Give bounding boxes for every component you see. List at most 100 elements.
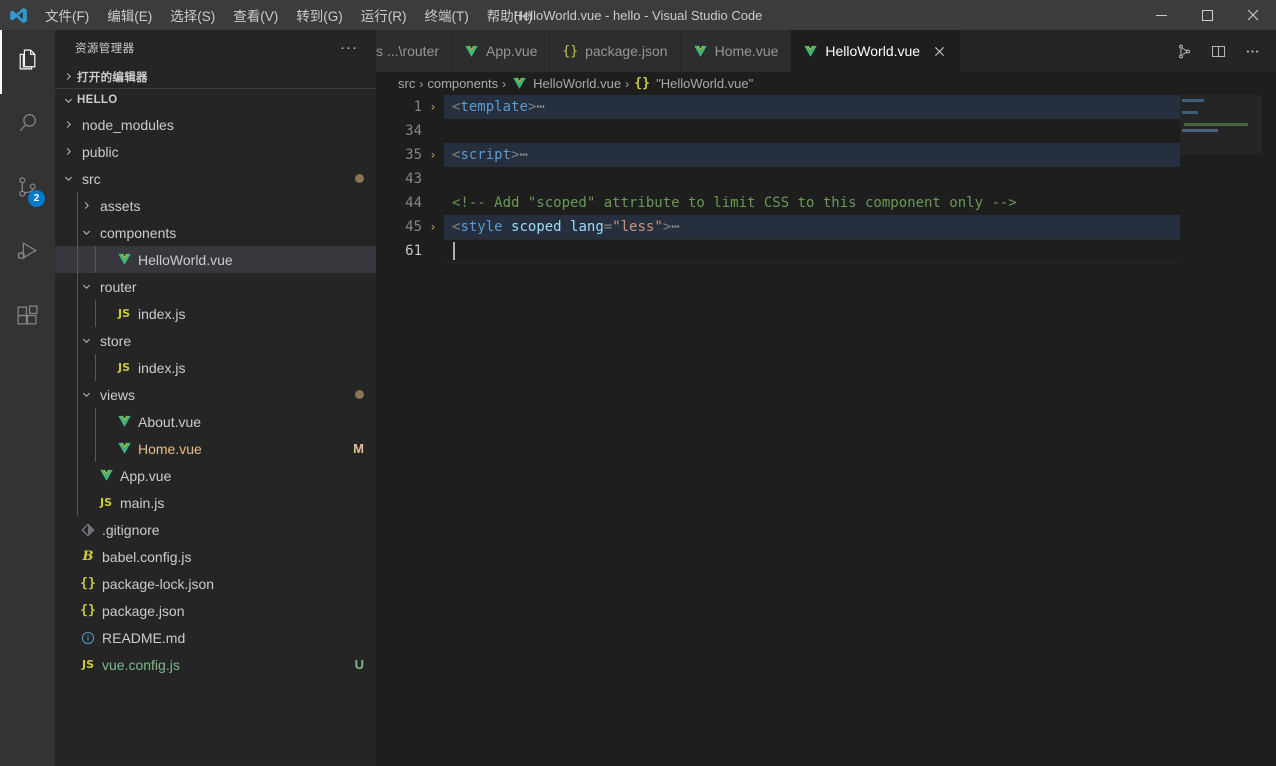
menu-go[interactable]: 转到(G): [287, 0, 352, 30]
js-file-icon: JS: [117, 361, 130, 374]
code-line[interactable]: 44 <!-- Add "scoped" attribute to limit C…: [376, 191, 1276, 215]
fold-chevron-icon[interactable]: ›: [422, 215, 444, 239]
activity-item-explorer[interactable]: [0, 30, 55, 94]
menu-view[interactable]: 查看(V): [224, 0, 287, 30]
breadcrumb-item[interactable]: HelloWorld.vue: [510, 76, 621, 91]
indent-guide: [77, 246, 78, 273]
minimize-icon[interactable]: [1138, 0, 1184, 30]
tree-file-row[interactable]: {} package-lock.json: [55, 570, 376, 597]
code-text: <template>⋯: [444, 95, 545, 119]
editor-tab[interactable]: {} package.json: [550, 30, 681, 72]
tree-item-label: index.js: [138, 305, 186, 322]
tree-folder-row[interactable]: node_modules: [55, 111, 376, 138]
tree-file-row[interactable]: About.vue: [55, 408, 376, 435]
tree-item-label: router: [100, 278, 137, 295]
menu-selection[interactable]: 选择(S): [161, 0, 224, 30]
editor-tab-bar: s ...\router App.vue {} package.json Home.vu…: [376, 30, 1276, 72]
git-status-badge: M: [353, 441, 364, 456]
fold-chevron-icon[interactable]: ›: [422, 95, 444, 119]
code-line[interactable]: 1 › <template>⋯: [376, 95, 1276, 119]
tree-folder-row[interactable]: src: [55, 165, 376, 192]
menu-help[interactable]: 帮助(H): [478, 0, 542, 30]
tab-label: Home.vue: [714, 43, 779, 59]
code-line[interactable]: 45 › <style scoped lang="less">⋯: [376, 215, 1276, 239]
folded-region-highlight: [444, 143, 1276, 167]
menu-edit[interactable]: 编辑(E): [98, 0, 161, 30]
fold-chevron-icon[interactable]: ›: [422, 143, 444, 167]
tree-folder-row[interactable]: router: [55, 273, 376, 300]
tree-folder-row[interactable]: public: [55, 138, 376, 165]
editor-layout-icon[interactable]: [1202, 34, 1234, 68]
activity-item-search[interactable]: [0, 94, 55, 158]
chevron-right-icon[interactable]: [78, 200, 95, 211]
tree-item-label: src: [82, 170, 101, 187]
tree-item-label: About.vue: [138, 413, 202, 430]
section-open-editors[interactable]: 打开的编辑器: [55, 65, 376, 88]
code-line[interactable]: 61: [376, 239, 1276, 263]
chevron-right-icon[interactable]: [60, 119, 77, 130]
indent-guide: [77, 354, 78, 381]
tree-file-row[interactable]: JS index.js: [55, 300, 376, 327]
workbench: 2 资源管理器 ··· 打开的编辑器 HELLO node_modules pu…: [0, 30, 1276, 766]
menu-run[interactable]: 运行(R): [352, 0, 416, 30]
chevron-down-icon[interactable]: [78, 335, 95, 346]
code-token: ⋯: [671, 219, 680, 235]
chevron-down-icon[interactable]: [78, 389, 95, 400]
minimap[interactable]: [1180, 95, 1262, 766]
code-editor[interactable]: 1 › <template>⋯ 34 35 › <script>⋯ 43 44 <!-- Add …: [376, 95, 1276, 766]
breadcrumb-item[interactable]: {} "HelloWorld.vue": [633, 76, 753, 91]
menu-terminal[interactable]: 终端(T): [416, 0, 478, 30]
split-editor-icon[interactable]: [1168, 34, 1200, 68]
tree-file-row[interactable]: Bbabel.config.js: [55, 543, 376, 570]
section-project-root[interactable]: HELLO: [55, 88, 376, 111]
code-line[interactable]: 43: [376, 167, 1276, 191]
editor-tab[interactable]: s ...\router: [376, 30, 453, 72]
tree-file-row[interactable]: JS vue.config.js U: [55, 651, 376, 678]
tree-file-row[interactable]: JS main.js: [55, 489, 376, 516]
maximize-icon[interactable]: [1184, 0, 1230, 30]
code-line[interactable]: 34: [376, 119, 1276, 143]
editor-tab[interactable]: Home.vue: [680, 30, 792, 72]
tree-file-row[interactable]: App.vue: [55, 462, 376, 489]
tree-folder-row[interactable]: assets: [55, 192, 376, 219]
explorer-more-actions-icon[interactable]: ···: [332, 40, 366, 55]
breadcrumb-item[interactable]: components: [427, 76, 498, 91]
more-actions-icon[interactable]: [1236, 34, 1268, 68]
run-debug-icon: [15, 239, 40, 269]
editor-tab[interactable]: HelloWorld.vue: [791, 30, 962, 72]
json-symbol-icon: {}: [634, 76, 650, 91]
code-token: ⋯: [536, 99, 545, 115]
modified-dot-indicator: [355, 174, 364, 183]
close-icon[interactable]: [1230, 0, 1276, 30]
chevron-down-icon[interactable]: [78, 227, 95, 238]
activity-item-source-control[interactable]: 2: [0, 158, 55, 222]
activity-item-extensions[interactable]: [0, 286, 55, 350]
tree-folder-row[interactable]: components: [55, 219, 376, 246]
tree-file-row[interactable]: HelloWorld.vue: [55, 246, 376, 273]
menu-file[interactable]: 文件(F): [36, 0, 98, 30]
tree-folder-row[interactable]: store: [55, 327, 376, 354]
editor-tab[interactable]: App.vue: [452, 30, 551, 72]
tree-folder-row[interactable]: views: [55, 381, 376, 408]
indent-guide: [77, 489, 78, 516]
activity-item-run-debug[interactable]: [0, 222, 55, 286]
tree-file-row[interactable]: JS index.js: [55, 354, 376, 381]
git-file-icon: [77, 523, 99, 537]
tree-file-row[interactable]: .gitignore: [55, 516, 376, 543]
chevron-down-icon[interactable]: [78, 281, 95, 292]
breadcrumb-item[interactable]: src: [398, 76, 415, 91]
js-file-icon: JS: [99, 496, 112, 509]
editor-scrollbar[interactable]: [1262, 95, 1276, 766]
tree-file-row[interactable]: README.md: [55, 624, 376, 651]
tree-item-label: index.js: [138, 359, 186, 376]
code-line[interactable]: 35 › <script>⋯: [376, 143, 1276, 167]
line-number: 43: [405, 171, 422, 187]
tree-file-row[interactable]: {} package.json: [55, 597, 376, 624]
js-file-icon: JS: [81, 658, 94, 671]
close-icon[interactable]: [930, 42, 948, 60]
code-content[interactable]: 1 › <template>⋯ 34 35 › <script>⋯ 43 44 <!-- Add …: [376, 95, 1276, 766]
tree-file-row[interactable]: Home.vue M: [55, 435, 376, 462]
chevron-right-icon[interactable]: [60, 146, 77, 157]
chevron-down-icon[interactable]: [60, 173, 77, 184]
